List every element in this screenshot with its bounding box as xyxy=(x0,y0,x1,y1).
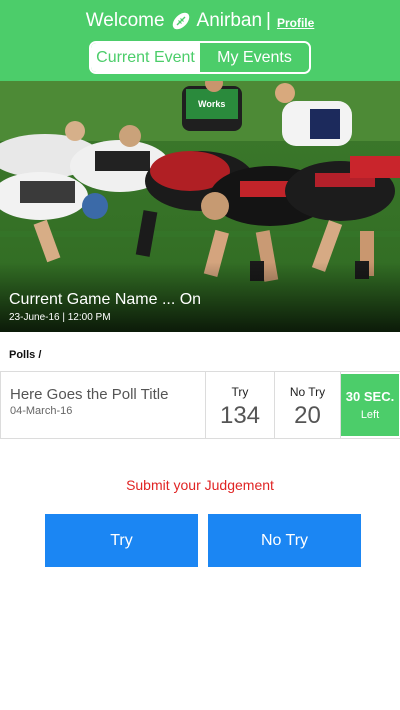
game-hero-image[interactable]: Works Current Game Name ... On 23-June-1… xyxy=(0,81,400,332)
app-header: Welcome Anirban | Profile Current Event … xyxy=(0,0,400,81)
game-name: Current Game Name ... On xyxy=(9,291,202,308)
poll-date: 04-March-16 xyxy=(10,405,73,417)
submit-judgement-prompt: Submit your Judgement xyxy=(126,477,274,493)
jersey-text: Works xyxy=(198,99,225,109)
game-date: 23-June-16 | 12:00 PM xyxy=(9,312,111,323)
event-tabs: Current Event My Events xyxy=(89,41,311,74)
notry-count-label: No Try xyxy=(289,385,326,399)
profile-link[interactable]: Profile xyxy=(277,16,314,30)
try-button[interactable]: Try xyxy=(45,514,198,567)
tab-my-events[interactable]: My Events xyxy=(200,43,309,72)
timer-label: Left xyxy=(360,409,380,421)
polls-section-label: Polls / xyxy=(9,349,42,361)
tab-current-event[interactable]: Current Event xyxy=(91,43,200,72)
welcome-row: Welcome Anirban | Profile xyxy=(0,10,400,32)
notry-count-cell: No Try 20 xyxy=(275,372,341,438)
rugby-ball-icon xyxy=(170,10,192,32)
no-try-button[interactable]: No Try xyxy=(208,514,361,567)
welcome-label: Welcome xyxy=(85,10,165,31)
poll-title: Here Goes the Poll Title xyxy=(10,386,169,403)
poll-info: Here Goes the Poll Title 04-March-16 xyxy=(0,372,206,438)
timer-value: 30 SEC. xyxy=(345,389,395,404)
poll-timer: 30 SEC. Left xyxy=(341,374,399,436)
user-name: Anirban xyxy=(196,10,263,31)
try-count-cell: Try 134 xyxy=(206,372,275,438)
try-count-value: 134 xyxy=(219,402,261,429)
poll-row[interactable]: Here Goes the Poll Title 04-March-16 Try… xyxy=(0,371,400,439)
notry-count-value: 20 xyxy=(294,402,321,429)
header-separator: | xyxy=(266,10,271,31)
try-count-label: Try xyxy=(231,385,249,399)
